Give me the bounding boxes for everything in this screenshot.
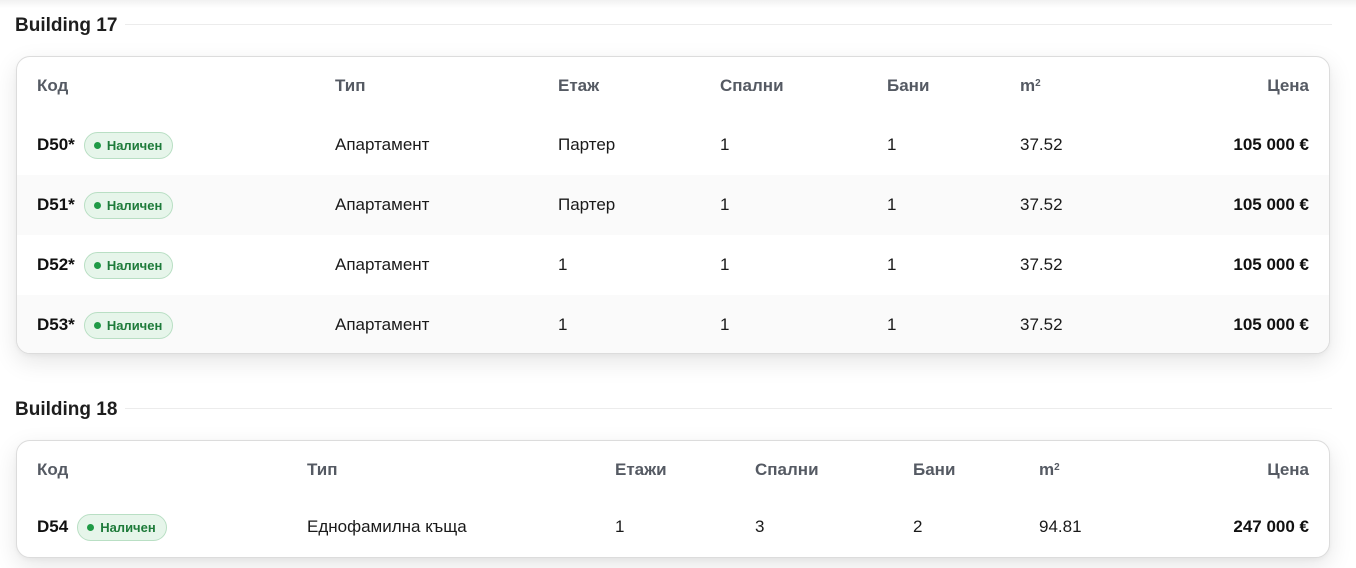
unit-price: 247 000 €	[1233, 517, 1309, 536]
unit-price: 105 000 €	[1233, 255, 1309, 274]
status-badge: Наличен	[83, 191, 174, 219]
unit-type: Апартамент	[335, 195, 430, 214]
unit-code-cell: D52* Наличен	[37, 235, 174, 295]
table-row[interactable]: D54 Наличен Еднофамилна къща 1 3 2 94.81…	[17, 499, 1329, 555]
table-header: Код Тип Етажи Спални Бани m2 Цена	[17, 441, 1329, 499]
header-area-unit: m	[1020, 76, 1036, 95]
status-label: Наличен	[106, 197, 163, 213]
header-bedrooms: Спални	[720, 76, 784, 95]
unit-bedrooms: 1	[720, 315, 730, 334]
unit-bathrooms: 1	[887, 135, 897, 154]
header-floor: Етаж	[558, 76, 600, 95]
table-row[interactable]: D52* Наличен Апартамент 1 1 1 37.52 105 …	[17, 235, 1329, 295]
status-dot-icon	[93, 201, 101, 209]
units-table: Код Тип Етажи Спални Бани m2 Цена D54 На…	[16, 440, 1330, 558]
unit-bedrooms: 3	[755, 517, 765, 536]
unit-code: D53*	[37, 315, 75, 334]
unit-area: 37.52	[1020, 195, 1063, 214]
unit-area: 37.52	[1020, 255, 1063, 274]
unit-price: 105 000 €	[1233, 315, 1309, 334]
unit-type: Еднофамилна къща	[307, 517, 467, 536]
status-label: Наличен	[106, 317, 163, 333]
unit-code-cell: D53* Наличен	[37, 295, 174, 353]
header-price: Цена	[1267, 460, 1309, 479]
unit-code-cell: D54 Наличен	[37, 499, 167, 555]
unit-code: D52*	[37, 255, 75, 274]
table-row[interactable]: D50* Наличен Апартамент Партер 1 1 37.52…	[17, 115, 1329, 175]
unit-code: D54	[37, 517, 69, 536]
unit-bathrooms: 1	[887, 255, 897, 274]
header-code: Код	[37, 460, 69, 479]
unit-code-cell: D50* Наличен	[37, 115, 174, 175]
unit-type: Апартамент	[335, 255, 430, 274]
unit-area: 37.52	[1020, 135, 1063, 154]
header-area: m2	[1020, 57, 1041, 115]
header-area-unit: m	[1039, 460, 1055, 479]
unit-code: D51*	[37, 195, 75, 214]
table-row[interactable]: D53* Наличен Апартамент 1 1 1 37.52 105 …	[17, 295, 1329, 353]
status-dot-icon	[93, 321, 101, 329]
unit-area: 37.52	[1020, 315, 1063, 334]
unit-code-cell: D51* Наличен	[37, 175, 174, 235]
status-badge: Наличен	[83, 131, 174, 159]
unit-area: 94.81	[1039, 517, 1082, 536]
table-header: Код Тип Етаж Спални Бани m2 Цена	[17, 57, 1329, 115]
unit-bathrooms: 1	[887, 315, 897, 334]
header-floors: Етажи	[615, 460, 667, 479]
unit-bedrooms: 1	[720, 255, 730, 274]
header-type: Тип	[307, 460, 338, 479]
status-label: Наличен	[100, 519, 156, 535]
unit-code: D50*	[37, 135, 75, 154]
top-fade	[0, 0, 1356, 8]
header-bathrooms: Бани	[913, 460, 956, 479]
unit-floor: 1	[558, 255, 568, 274]
header-bathrooms: Бани	[887, 76, 930, 95]
unit-bedrooms: 1	[720, 195, 730, 214]
table-row[interactable]: D51* Наличен Апартамент Партер 1 1 37.52…	[17, 175, 1329, 235]
status-label: Наличен	[106, 257, 163, 273]
unit-price: 105 000 €	[1233, 195, 1309, 214]
section-title: Building 17	[15, 15, 118, 36]
unit-floor: Партер	[558, 195, 616, 214]
divider	[125, 408, 1332, 409]
unit-bathrooms: 1	[887, 195, 897, 214]
status-dot-icon	[87, 523, 95, 531]
header-area-exponent: 2	[1035, 77, 1041, 89]
unit-floor: 1	[558, 315, 568, 334]
status-badge: Наличен	[77, 513, 167, 541]
unit-bedrooms: 1	[720, 135, 730, 154]
header-area-exponent: 2	[1054, 461, 1060, 473]
section-title: Building 18	[15, 399, 118, 420]
header-bedrooms: Спални	[755, 460, 819, 479]
unit-floor: Партер	[558, 135, 616, 154]
unit-floors: 1	[615, 517, 625, 536]
header-type: Тип	[335, 76, 366, 95]
status-dot-icon	[93, 141, 101, 149]
unit-price: 105 000 €	[1233, 135, 1309, 154]
unit-type: Апартамент	[335, 315, 430, 334]
unit-type: Апартамент	[335, 135, 430, 154]
status-badge: Наличен	[83, 251, 174, 279]
units-table: Код Тип Етаж Спални Бани m2 Цена D50* На…	[16, 56, 1330, 354]
header-price: Цена	[1267, 76, 1309, 95]
unit-bathrooms: 2	[913, 517, 923, 536]
status-badge: Наличен	[83, 311, 174, 339]
status-dot-icon	[93, 261, 101, 269]
header-code: Код	[37, 76, 69, 95]
divider	[125, 24, 1332, 25]
status-label: Наличен	[106, 137, 163, 153]
header-area: m2	[1039, 441, 1060, 499]
